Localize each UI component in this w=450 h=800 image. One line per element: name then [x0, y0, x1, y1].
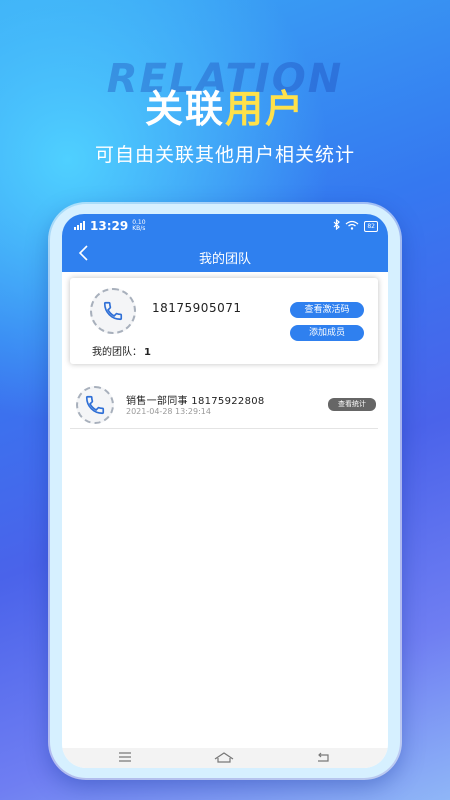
member-time: 2021-04-28 13:29:14	[126, 407, 211, 416]
net-speed: 0.10 KB/s	[132, 220, 145, 232]
headline: 关联用户	[0, 78, 450, 133]
subheadline: 可自由关联其他用户相关统计	[94, 144, 355, 166]
team-card: 18175905071 我的团队： 1 查看激活码 添加成员	[70, 278, 378, 364]
view-stats-button[interactable]: 查看统计	[328, 398, 376, 411]
page-title: 我的团队	[198, 252, 251, 267]
phone-screen: 13:29 0.10 KB/s 82 我的团队 18175905071 我的团队…	[62, 214, 388, 768]
list-item[interactable]: 销售一部同事 18175922808 2021-04-28 13:29:14 查…	[70, 376, 378, 429]
headline-white: 关联	[144, 87, 225, 131]
team-count-label: 我的团队：	[92, 347, 142, 358]
headline-yellow: 用户	[225, 87, 306, 131]
team-count: 我的团队： 1	[92, 343, 151, 358]
status-time: 13:29	[90, 219, 129, 233]
signal-icon	[74, 220, 86, 233]
home-icon[interactable]	[214, 752, 234, 765]
phone-icon	[76, 386, 114, 424]
back-icon[interactable]	[316, 752, 330, 764]
menu-icon[interactable]	[118, 752, 132, 764]
member-name-phone: 销售一部同事 18175922808	[126, 396, 265, 407]
phone-frame: 13:29 0.10 KB/s 82 我的团队 18175905071 我的团队…	[50, 204, 400, 778]
wifi-icon	[345, 220, 359, 233]
view-activation-code-button[interactable]: 查看激活码	[290, 302, 364, 318]
phone-icon	[90, 288, 136, 334]
status-bar: 13:29 0.10 KB/s 82	[62, 214, 388, 240]
add-member-button[interactable]: 添加成员	[290, 325, 364, 341]
system-nav-bar	[62, 748, 388, 768]
bluetooth-icon	[333, 218, 341, 233]
battery-icon: 82	[364, 220, 378, 232]
net-speed-unit: KB/s	[132, 225, 146, 232]
team-count-value: 1	[144, 347, 151, 358]
account-phone: 18175905071	[152, 301, 242, 315]
nav-bar: 我的团队	[62, 240, 388, 272]
